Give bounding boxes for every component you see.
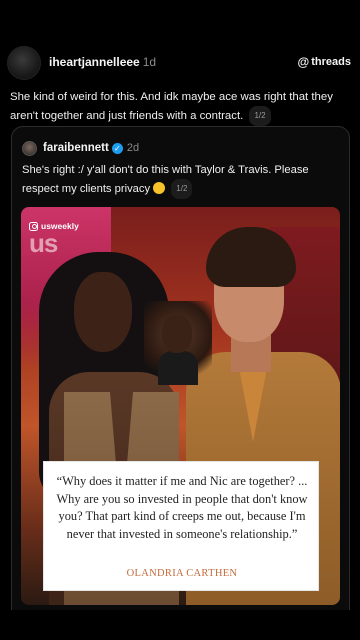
- quoted-username[interactable]: faraibennett: [43, 142, 109, 154]
- bottom-bar: [0, 610, 360, 640]
- author-username-text[interactable]: iheartjannelleee: [49, 55, 140, 69]
- man-hair: [206, 227, 296, 287]
- inset-face: [162, 315, 192, 353]
- quoted-avatar[interactable]: [22, 140, 37, 156]
- author-username[interactable]: iheartjannelleee 1d: [49, 55, 156, 69]
- us-logo: us: [29, 228, 58, 258]
- instagram-icon: [29, 221, 38, 231]
- pensive-face-emoji-icon: [153, 181, 166, 194]
- brand-label: threads: [311, 56, 351, 68]
- verified-badge-icon: ✓: [111, 142, 123, 154]
- post-time: 1d: [142, 55, 157, 69]
- threads-logo-icon: @: [297, 55, 310, 69]
- usweekly-watermark: usweekly us: [29, 221, 79, 258]
- reaction-inset: [144, 301, 212, 385]
- media-image[interactable]: usweekly us “Why does it matter if me an…: [21, 207, 340, 605]
- post-body: She kind of weird for this. And idk mayb…: [10, 88, 350, 126]
- quoted-header: faraibennett ✓ 2d: [22, 140, 139, 156]
- post-header: iheartjannelleee 1d @ threads: [0, 44, 360, 80]
- quoted-pager[interactable]: 1/2: [171, 179, 193, 199]
- quote-caption-box: “Why does it matter if me and Nic are to…: [43, 461, 319, 591]
- quoted-post[interactable]: faraibennett ✓ 2d She's right :/ y'all d…: [11, 126, 350, 622]
- post-text: She kind of weird for this. And idk mayb…: [10, 91, 333, 123]
- quoted-text: She's right :/ y'all don't do this with …: [22, 164, 309, 195]
- quoted-time: 2d: [126, 142, 140, 154]
- author-avatar[interactable]: [7, 46, 41, 80]
- woman-face: [74, 272, 132, 352]
- quoted-body: She's right :/ y'all don't do this with …: [22, 161, 340, 199]
- caption-attribution: OLANDRIA CARTHEN: [126, 568, 238, 579]
- threads-brand: @ threads: [298, 55, 351, 69]
- caption-quote-text: “Why does it matter if me and Nic are to…: [56, 474, 308, 541]
- inset-body: [158, 351, 198, 385]
- post-pager[interactable]: 1/2: [249, 106, 271, 126]
